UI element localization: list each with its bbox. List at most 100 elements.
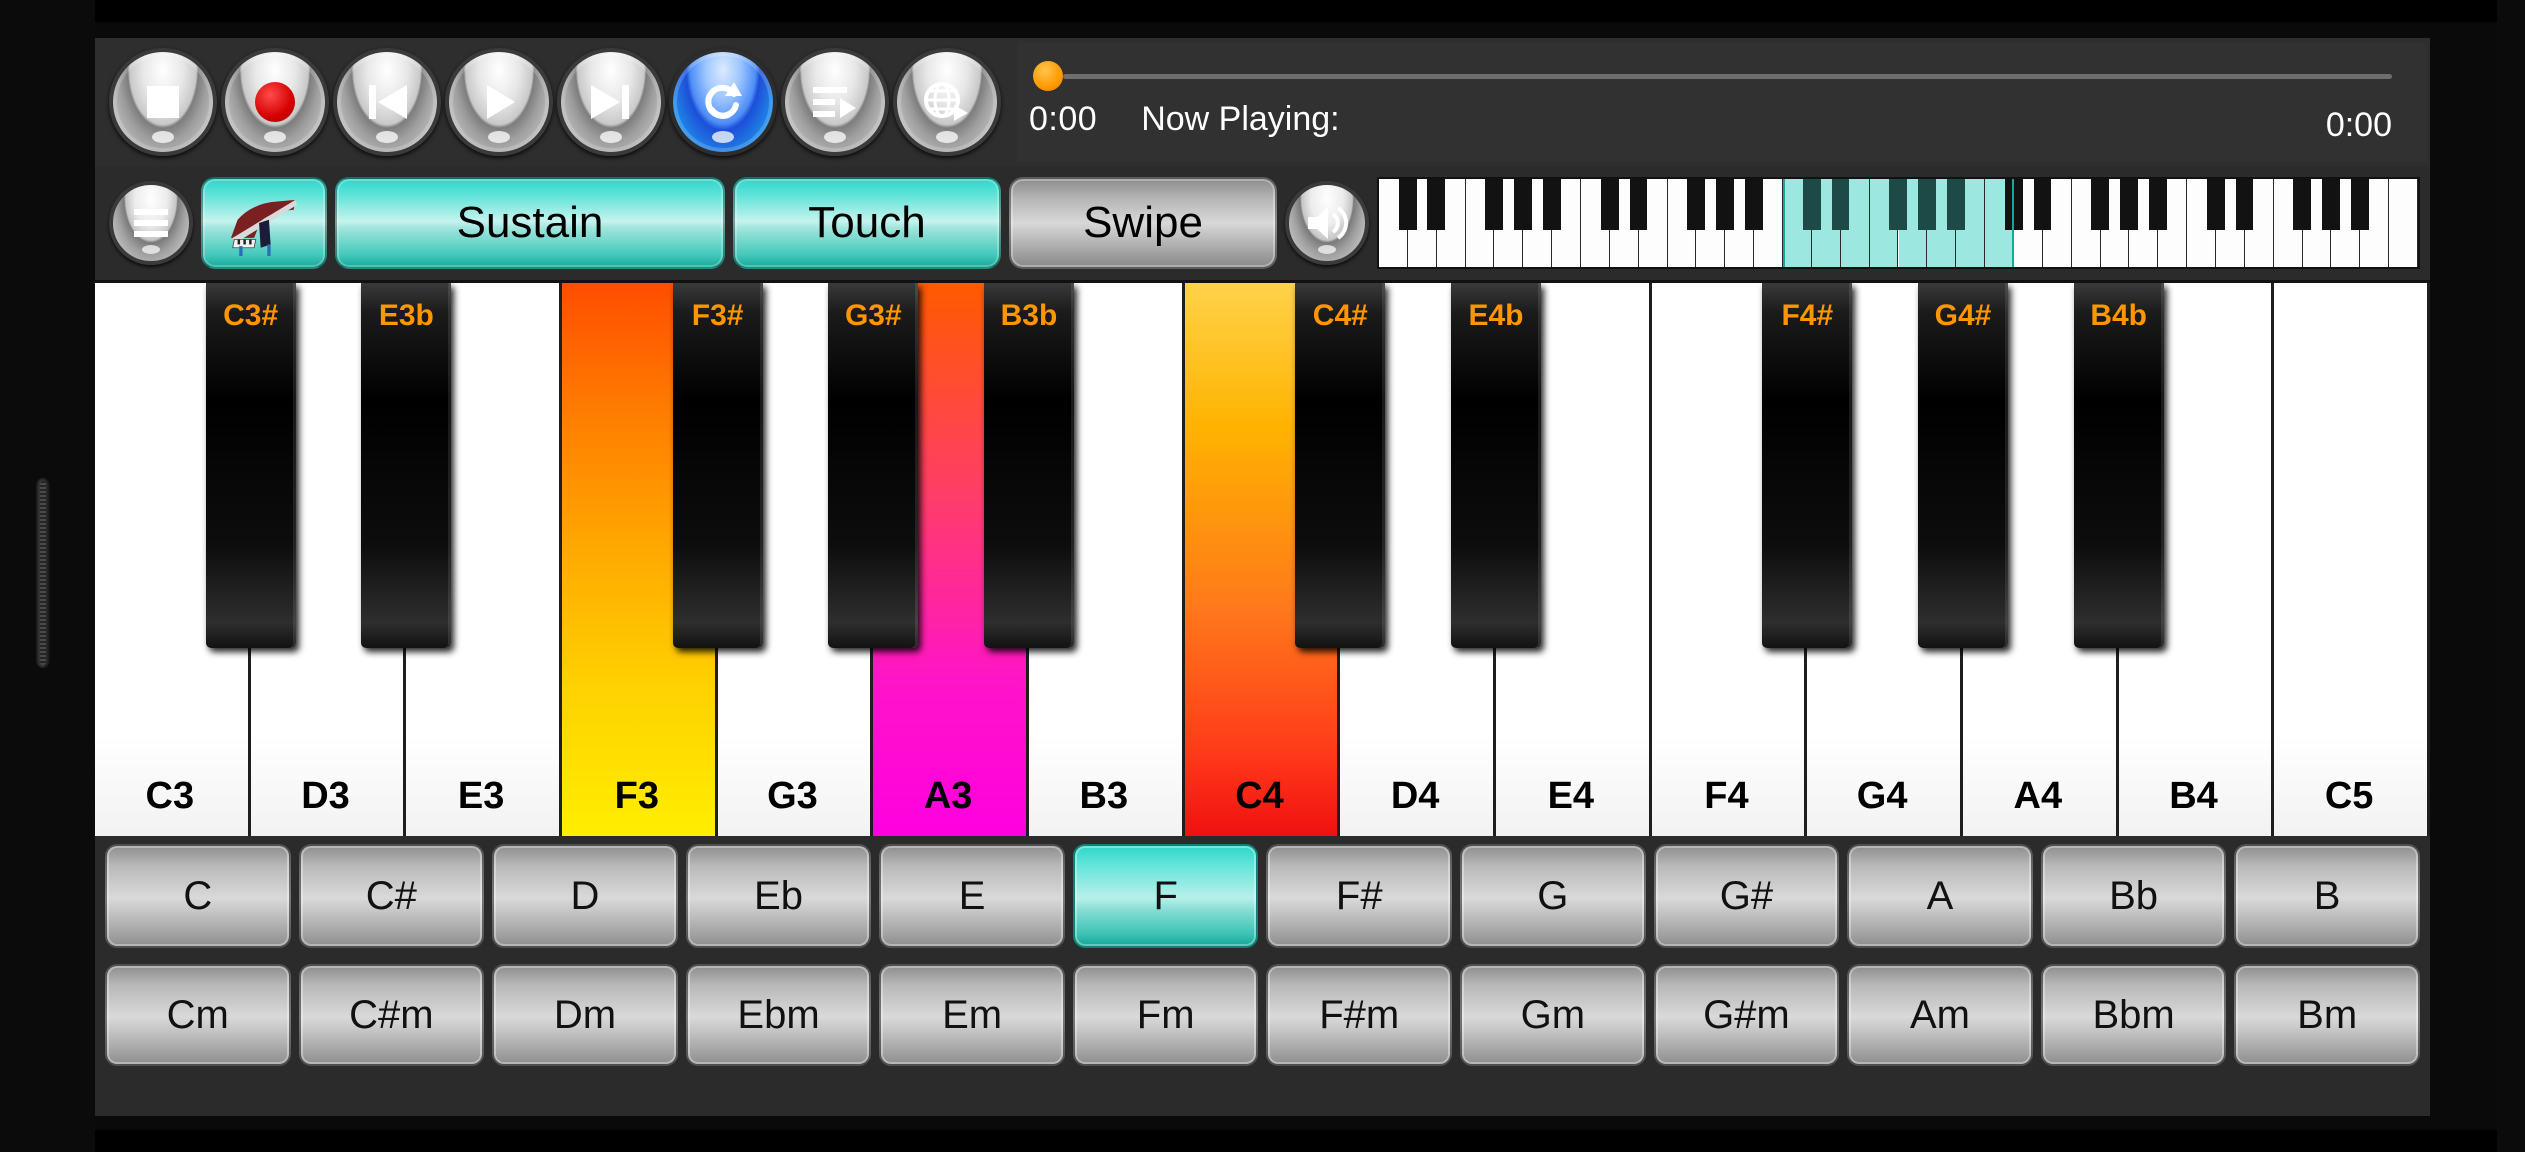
mini-black-key[interactable] — [2149, 179, 2167, 231]
mini-black-key[interactable] — [1918, 179, 1937, 231]
chord-button-c[interactable]: C — [105, 844, 291, 948]
chord-button-g[interactable]: G — [1460, 844, 1646, 948]
white-key-label: A3 — [923, 775, 973, 817]
white-key-c5[interactable]: C5 — [2274, 283, 2430, 836]
black-key-f4sharp[interactable]: F4# — [1762, 283, 1853, 648]
mini-black-key[interactable] — [2235, 179, 2254, 231]
mini-black-key[interactable] — [1514, 179, 1532, 231]
mini-black-key[interactable] — [1398, 179, 1417, 231]
transport-button-group — [95, 48, 1001, 156]
record-button[interactable] — [221, 48, 329, 156]
black-key-label: C3# — [223, 299, 279, 332]
previous-button[interactable] — [333, 48, 441, 156]
chord-button-gsharpm[interactable]: G#m — [1653, 964, 1840, 1066]
mini-black-key[interactable] — [1831, 179, 1850, 231]
next-icon — [591, 85, 629, 119]
mini-black-key[interactable] — [2004, 179, 2023, 231]
mini-black-key[interactable] — [2120, 179, 2139, 231]
bottom-padding — [95, 1074, 2430, 1116]
volume-rocker-button[interactable] — [36, 478, 50, 668]
black-key-b3b[interactable]: B3b — [983, 283, 1075, 648]
seek-track — [1063, 74, 2392, 79]
black-key-label: G4# — [1934, 299, 1992, 332]
seek-handle[interactable] — [1033, 61, 1063, 91]
previous-icon — [369, 85, 407, 119]
chord-button-gm[interactable]: Gm — [1460, 964, 1646, 1066]
menu-button[interactable] — [109, 181, 193, 265]
play-button[interactable] — [445, 48, 553, 156]
chord-button-eb[interactable]: Eb — [685, 844, 872, 948]
chord-button-em[interactable]: Em — [879, 964, 1065, 1066]
mini-black-key[interactable] — [1427, 179, 1446, 231]
mini-black-key[interactable] — [1600, 179, 1619, 231]
sustain-button[interactable]: Sustain — [335, 177, 725, 269]
mini-black-key[interactable] — [1485, 179, 1504, 231]
loop-icon — [705, 82, 742, 119]
now-playing-label: Now Playing: — [1141, 99, 1340, 138]
chord-button-ebm[interactable]: Ebm — [685, 964, 872, 1066]
chord-button-fm[interactable]: Fm — [1072, 964, 1259, 1066]
sustain-label: Sustain — [456, 198, 604, 247]
chord-button-am[interactable]: Am — [1847, 964, 2033, 1066]
chord-button-d[interactable]: D — [492, 844, 678, 948]
bezel-top — [0, 0, 2525, 22]
chord-button-a[interactable]: A — [1847, 844, 2033, 948]
mini-black-key[interactable] — [2033, 179, 2052, 231]
time-current: 0:00 — [1029, 99, 1098, 138]
black-key-e4b[interactable]: E4b — [1450, 283, 1542, 648]
chord-button-fsharp[interactable]: F# — [1266, 844, 1453, 948]
black-key-f3sharp[interactable]: F3# — [672, 283, 763, 648]
chord-button-csharpm[interactable]: C#m — [298, 964, 485, 1066]
chord-button-bbm[interactable]: Bbm — [2040, 964, 2227, 1066]
stop-button[interactable] — [109, 48, 217, 156]
mini-black-key[interactable] — [1542, 179, 1561, 231]
loop-button[interactable] — [669, 48, 777, 156]
chord-button-b[interactable]: B — [2234, 844, 2420, 948]
mini-white-key[interactable] — [2389, 179, 2418, 267]
mini-black-key[interactable] — [1687, 179, 1706, 231]
chord-button-gsharp[interactable]: G# — [1653, 844, 1840, 948]
chord-button-bb[interactable]: Bb — [2040, 844, 2227, 948]
mini-black-key[interactable] — [2206, 179, 2225, 231]
mini-black-key[interactable] — [1889, 179, 1908, 231]
mini-black-key[interactable] — [2351, 179, 2369, 231]
mini-black-key[interactable] — [1802, 179, 1821, 231]
swipe-button[interactable]: Swipe — [1009, 177, 1277, 269]
mini-black-key[interactable] — [1629, 179, 1648, 231]
seek-bar[interactable] — [1029, 59, 2392, 93]
chord-button-bm[interactable]: Bm — [2234, 964, 2420, 1066]
white-key-label: D3 — [301, 775, 350, 817]
black-key-g4sharp[interactable]: G4# — [1917, 283, 2009, 648]
mini-black-key[interactable] — [2322, 179, 2341, 231]
mini-black-key[interactable] — [1744, 179, 1763, 231]
black-key-g3sharp[interactable]: G3# — [828, 283, 919, 648]
bezel-right — [2497, 0, 2525, 1152]
next-button[interactable] — [557, 48, 665, 156]
playlist-button[interactable] — [781, 48, 889, 156]
mini-black-key[interactable] — [1946, 179, 1965, 231]
instrument-select-button[interactable] — [201, 177, 327, 269]
chord-button-dm[interactable]: Dm — [492, 964, 678, 1066]
chord-button-csharp[interactable]: C# — [298, 844, 485, 948]
chord-button-e[interactable]: E — [879, 844, 1065, 948]
time-total: 0:00 — [2325, 106, 2392, 144]
black-key-c3sharp[interactable]: C3# — [205, 283, 296, 648]
chord-button-f[interactable]: F — [1072, 844, 1259, 948]
volume-button[interactable] — [1285, 181, 1369, 265]
white-key-label: D4 — [1390, 775, 1440, 817]
white-key-label: G3 — [767, 775, 818, 817]
globe-button[interactable] — [893, 48, 1001, 156]
mini-black-key[interactable] — [2091, 179, 2110, 231]
black-key-c4sharp[interactable]: C4# — [1295, 283, 1386, 648]
mini-black-key[interactable] — [1716, 179, 1734, 231]
chord-button-fsharpm[interactable]: F#m — [1266, 964, 1453, 1066]
grand-piano-icon — [231, 199, 297, 256]
white-key-label: F4 — [1704, 775, 1749, 817]
mini-keyboard-overview[interactable] — [1377, 177, 2420, 269]
chord-button-cm[interactable]: Cm — [105, 964, 291, 1066]
mini-black-key[interactable] — [2293, 179, 2312, 231]
black-key-e3b[interactable]: E3b — [361, 283, 452, 648]
touch-button[interactable]: Touch — [733, 177, 1001, 269]
white-key-label: G4 — [1856, 775, 1908, 817]
black-key-b4b[interactable]: B4b — [2073, 283, 2164, 648]
